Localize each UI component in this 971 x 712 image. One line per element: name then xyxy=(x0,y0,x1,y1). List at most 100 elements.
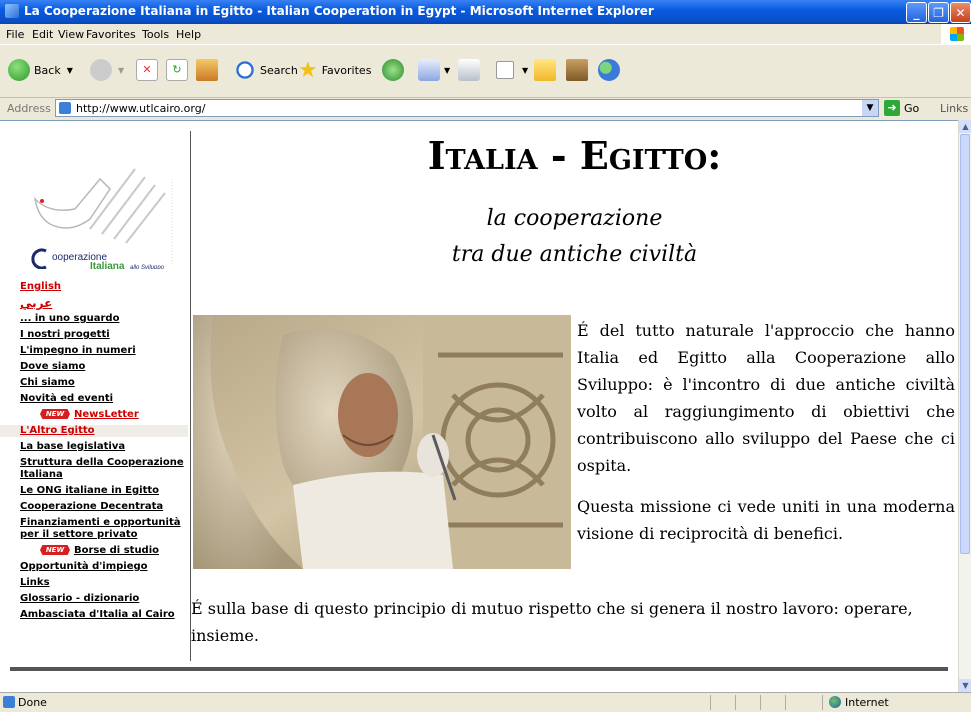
sidebar-nav: English عربي ... in uno sguardo I nostri… xyxy=(0,281,188,625)
svg-text:allo Sviluppo: allo Sviluppo xyxy=(130,265,165,269)
menu-tools[interactable]: Tools xyxy=(142,28,169,41)
mission-paragraph: Questa missione ci vede uniti in una mod… xyxy=(577,497,955,543)
nav-cooperazione-decentrata[interactable]: Cooperazione Decentrata xyxy=(20,501,188,513)
dropdown-arrow-icon[interactable]: ▼ xyxy=(444,66,450,75)
menu-favorites[interactable]: Favorites xyxy=(86,28,136,41)
subtitle-line-1: la cooperazione xyxy=(486,206,663,231)
refresh-button[interactable]: ↻ xyxy=(166,55,188,85)
nav-struttura-cooperazione[interactable]: Struttura della Cooperazione Italiana xyxy=(20,457,188,481)
back-button[interactable]: Back ▼ xyxy=(8,55,73,85)
nav-ong-italiane[interactable]: Le ONG italiane in Egitto xyxy=(20,485,188,497)
status-divider xyxy=(760,695,761,710)
go-arrow-icon: ➜ xyxy=(884,100,900,116)
sidebar: ooperazione Italiana allo Sviluppo Engli… xyxy=(0,121,190,662)
address-input[interactable]: http://www.utlcairo.org/ ▼ xyxy=(55,99,879,117)
edit-button[interactable]: ▼ xyxy=(496,55,528,85)
folder-button[interactable] xyxy=(534,55,556,85)
history-button[interactable] xyxy=(382,55,404,85)
links-button[interactable]: Links xyxy=(940,102,968,115)
new-badge: NEW xyxy=(40,545,70,555)
nav-glossario[interactable]: Glossario - dizionario xyxy=(20,593,188,605)
menu-file[interactable]: File xyxy=(6,28,24,41)
dove-logo-icon: ooperazione Italiana allo Sviluppo xyxy=(31,168,173,272)
menu-view[interactable]: View xyxy=(58,28,84,41)
menu-edit[interactable]: Edit xyxy=(32,28,53,41)
nav-in-uno-sguardo[interactable]: ... in uno sguardo xyxy=(20,313,188,325)
favorites-button[interactable]: ★ Favorites xyxy=(298,55,371,85)
window-title: La Cooperazione Italiana in Egitto - Ita… xyxy=(24,4,654,18)
maximize-button[interactable]: ❐ xyxy=(928,2,949,23)
edit-icon xyxy=(496,61,514,79)
nav-finanziamenti[interactable]: Finanziamenti e opportunità per il setto… xyxy=(20,517,188,541)
close-button[interactable]: ✕ xyxy=(950,2,971,23)
home-button[interactable] xyxy=(196,55,218,85)
nav-chi-siamo[interactable]: Chi siamo xyxy=(20,377,188,389)
scroll-thumb[interactable] xyxy=(960,134,970,554)
dropdown-arrow-icon[interactable]: ▼ xyxy=(522,66,528,75)
go-button[interactable]: ➜ Go xyxy=(884,100,919,116)
menu-help[interactable]: Help xyxy=(176,28,201,41)
internet-zone-icon xyxy=(829,696,841,708)
stop-icon: ✕ xyxy=(136,59,158,81)
ie-icon xyxy=(5,4,19,18)
address-bar: Address http://www.utlcairo.org/ ▼ ➜ Go … xyxy=(0,98,971,120)
dropdown-arrow-icon[interactable]: ▼ xyxy=(118,66,124,75)
mail-button[interactable]: ▼ xyxy=(418,55,450,85)
svg-text:Italiana: Italiana xyxy=(90,261,125,269)
research-icon xyxy=(566,59,588,81)
toolbar: Back ▼ ▼ ✕ ↻ Search ★ Favorites ▼ ▼ xyxy=(0,45,971,98)
address-label: Address xyxy=(7,102,51,115)
search-button[interactable]: Search xyxy=(234,55,298,85)
nav-novita-ed-eventi[interactable]: Novità ed eventi xyxy=(20,393,188,405)
search-label: Search xyxy=(260,63,298,77)
subtitle-line-2: tra due antiche civiltà xyxy=(451,242,698,267)
nav-impegno-in-numeri[interactable]: L'impegno in numeri xyxy=(20,345,188,357)
forward-arrow-icon xyxy=(90,59,112,81)
photo-image xyxy=(193,315,571,569)
address-url[interactable]: http://www.utlcairo.org/ xyxy=(76,102,205,115)
nav-highlight: L'Altro Egitto xyxy=(0,425,188,437)
nav-altro-egitto[interactable]: L'Altro Egitto xyxy=(20,425,188,437)
forward-button[interactable]: ▼ xyxy=(90,55,124,85)
page-subtitle: la cooperazione tra due antiche civiltà xyxy=(191,201,958,273)
status-divider xyxy=(735,695,736,710)
page-viewport: ooperazione Italiana allo Sviluppo Engli… xyxy=(0,120,958,693)
print-icon xyxy=(458,59,480,81)
nav-i-nostri-progetti[interactable]: I nostri progetti xyxy=(20,329,188,341)
address-dropdown-icon[interactable]: ▼ xyxy=(862,100,878,116)
messenger-button[interactable] xyxy=(598,55,620,85)
scroll-up-icon[interactable]: ▲ xyxy=(959,120,971,133)
search-icon xyxy=(234,59,256,81)
back-label: Back xyxy=(34,63,61,77)
print-button[interactable] xyxy=(458,55,480,85)
nav-newsletter-label: NewsLetter xyxy=(74,409,139,420)
vertical-scrollbar[interactable]: ▲ ▼ xyxy=(958,120,971,692)
nav-english[interactable]: English xyxy=(20,281,188,293)
research-button[interactable] xyxy=(566,55,588,85)
nav-opportunita-impiego[interactable]: Opportunità d'impiego xyxy=(20,561,188,573)
go-label: Go xyxy=(904,101,920,115)
folder-icon xyxy=(534,59,556,81)
cooperazione-logo[interactable]: ooperazione Italiana allo Sviluppo xyxy=(30,159,180,272)
nav-ambasciata[interactable]: Ambasciata d'Italia al Cairo xyxy=(20,609,188,621)
status-text: Done xyxy=(18,696,47,709)
stop-button[interactable]: ✕ xyxy=(136,55,158,85)
star-icon: ★ xyxy=(298,57,318,83)
nav-links[interactable]: Links xyxy=(20,577,188,589)
title-bar: La Cooperazione Italiana in Egitto - Ita… xyxy=(0,0,971,24)
nav-arabic[interactable]: عربي xyxy=(20,297,188,309)
nav-dove-siamo[interactable]: Dove siamo xyxy=(20,361,188,373)
home-icon xyxy=(196,59,218,81)
nav-newsletter[interactable]: NEW NewsLetter xyxy=(20,409,188,421)
nav-base-legislativa[interactable]: La base legislativa xyxy=(20,441,188,453)
back-arrow-icon xyxy=(8,59,30,81)
footer-rule xyxy=(10,667,948,671)
new-badge: NEW xyxy=(40,409,70,419)
minimize-button[interactable]: _ xyxy=(906,2,927,23)
dropdown-arrow-icon[interactable]: ▼ xyxy=(67,66,73,75)
messenger-icon xyxy=(598,59,620,81)
nav-borse-di-studio[interactable]: NEW Borse di studio xyxy=(20,545,188,557)
intro-paragraph: É del tutto naturale l'approccio che han… xyxy=(577,321,955,475)
scroll-down-icon[interactable]: ▼ xyxy=(959,679,971,692)
history-icon xyxy=(382,59,404,81)
